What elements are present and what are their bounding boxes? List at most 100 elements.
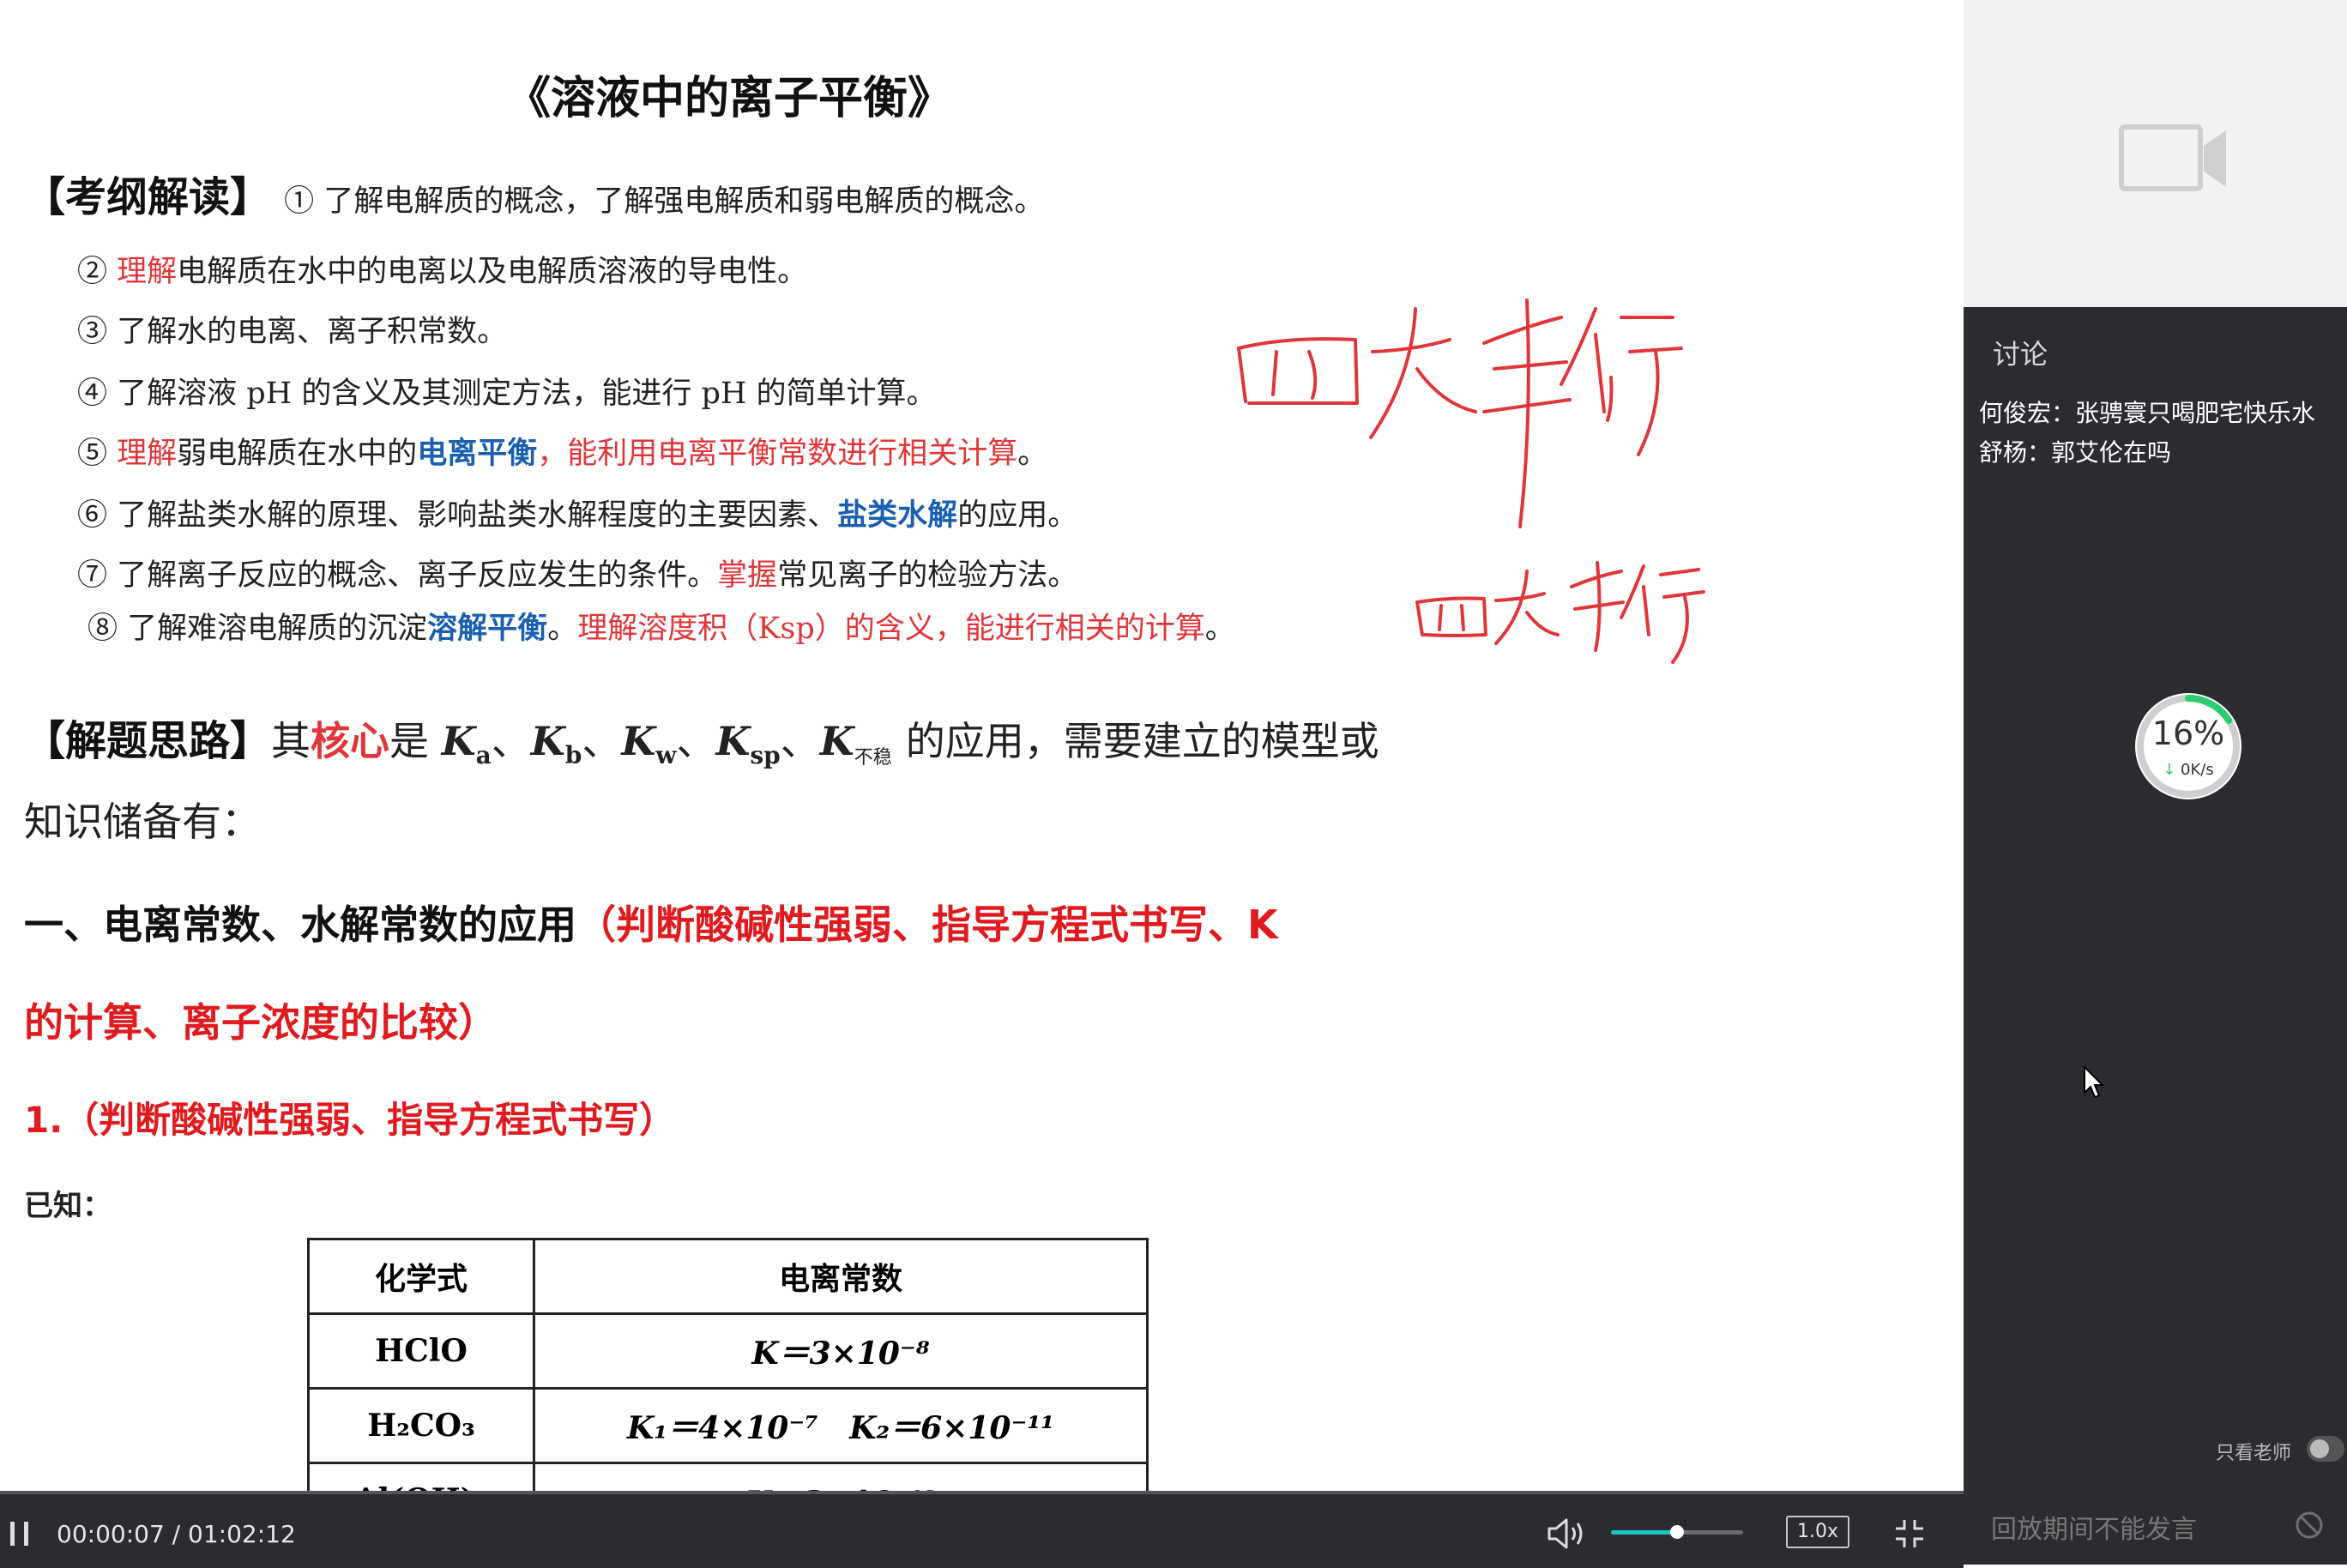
outline-segment: 。 <box>1204 612 1235 646</box>
k-sub: a <box>475 741 492 770</box>
gauge-percent: 16% <box>2151 715 2225 752</box>
sep: 、 <box>582 718 622 764</box>
exit-fullscreen-icon[interactable] <box>1894 1518 1925 1549</box>
approach-header: 【解题思路】 <box>24 717 272 765</box>
time-display: 00:00:07 / 01:02:12 <box>57 1520 296 1548</box>
outline-num: ③ <box>77 315 108 349</box>
chat-input-bar: 回放期间不能发言 <box>1964 1491 2347 1565</box>
table-row: Al(OH)₃ K＝2×10⁻¹³ <box>307 1462 1149 1491</box>
outline-text: 理解电解质在水中的电离以及电解质溶液的导电性。 <box>117 255 807 289</box>
document-title: 《溶液中的离子平衡》 <box>506 73 953 124</box>
volume-fill <box>1611 1530 1677 1535</box>
outline-text: 了解难溶电解质的沉淀溶解平衡。理解溶度积（Ksp）的含义，能进行相关的计算。 <box>127 611 1235 646</box>
outline-header: 【考纲解读】 <box>24 173 272 221</box>
volume-icon[interactable] <box>1544 1517 1587 1551</box>
k-sub: b <box>564 741 582 770</box>
disabled-icon <box>2296 1511 2323 1539</box>
video-camera-icon <box>2119 124 2226 191</box>
outline-num: ⑥ <box>77 498 108 533</box>
outline-segment: 弱电解质在水中的 <box>177 437 418 471</box>
sep: 、 <box>780 718 820 764</box>
side-panel: 讨论 何俊宏：张骋寰只喝肥宅快乐水 舒杨：郭艾伦在吗 16% ↓ 0K/s 只看… <box>1964 0 2347 1491</box>
table-cell: K₁＝4×10⁻⁷ K₂＝6×10⁻¹¹ <box>533 1387 1149 1464</box>
approach-line-1: 【解题思路】其核心是 Ka、Kb、Kw、Ksp、K不稳 的应用，需要建立的模型或 <box>24 707 1379 769</box>
outline-text: 了解电解质的概念，了解强电解质和弱电解质的概念。 <box>323 184 1044 219</box>
k-sub: w <box>655 741 677 770</box>
ionization-constant-table: 化学式 电离常数 HClO K＝3×10⁻⁸ H₂CO₃ K₁＝4×10⁻⁷ K… <box>307 1238 1149 1491</box>
table-header-row: 化学式 电离常数 <box>307 1238 1149 1315</box>
volume-slider[interactable] <box>1611 1525 1743 1539</box>
outline-num: ⑧ <box>87 612 118 646</box>
gauge-speed: ↓ 0K/s <box>2133 761 2244 779</box>
outline-segment: 。 <box>1017 437 1048 471</box>
outline-item-3: ③ 了解水的电离、离子积常数。 <box>77 307 507 351</box>
k-symbol: K <box>441 718 476 764</box>
gauge-speed-value: 0K/s <box>2181 761 2214 779</box>
outline-item-8: ⑧ 了解难溶电解质的沉淀溶解平衡。理解溶度积（Ksp）的含义，能进行相关的计算。 <box>87 604 1235 648</box>
k-sub: sp <box>750 741 781 770</box>
chat-input-placeholder: 回放期间不能发言 <box>1991 1515 2197 1545</box>
outline-text: 理解弱电解质在水中的电离平衡，能利用电离平衡常数进行相关计算。 <box>117 436 1048 471</box>
document-viewer: 《溶液中的离子平衡》 【考纲解读】 ① 了解电解质的概念，了解强电解质和弱电解质… <box>0 0 1964 1491</box>
chat-message: 何俊宏：张骋寰只喝肥宅快乐水 <box>1979 399 2316 427</box>
outline-text: 了解离子反应的概念、离子反应发生的条件。掌握常见离子的检验方法。 <box>117 558 1077 593</box>
volume-knob[interactable] <box>1670 1525 1684 1539</box>
outline-item-7: ⑦ 了解离子反应的概念、离子反应发生的条件。掌握常见离子的检验方法。 <box>77 551 1077 594</box>
outline-num: ① <box>284 184 315 219</box>
outline-text: 了解水的电离、离子积常数。 <box>117 315 507 349</box>
only-teacher-toggle[interactable] <box>2307 1436 2344 1462</box>
table-row: H₂CO₃ K₁＝4×10⁻⁷ K₂＝6×10⁻¹¹ <box>307 1387 1149 1464</box>
k-symbol: K <box>715 718 751 764</box>
playback-speed-button[interactable]: 1.0x <box>1786 1516 1849 1548</box>
network-gauge: 16% ↓ 0K/s <box>2133 691 2244 802</box>
outline-segment: 。 <box>547 612 578 646</box>
outline-text: 了解溶液 pH 的含义及其测定方法，能进行 pH 的简单计算。 <box>117 377 936 411</box>
camera-area <box>1964 0 2347 307</box>
outline-segment: 溶解平衡 <box>427 611 548 646</box>
discussion-title: 讨论 <box>1993 338 2048 371</box>
chat-message: 舒杨：郭艾伦在吗 <box>1979 438 2172 467</box>
outline-text: 了解盐类水解的原理、影响盐类水解程度的主要因素、盐类水解的应用。 <box>117 498 1077 533</box>
section-1-heading-line2: 的计算、离子浓度的比较） <box>24 999 498 1046</box>
current-time: 00:00:07 <box>57 1520 165 1548</box>
outline-segment: ，能利用电离平衡常数进行相关计算 <box>537 437 1018 471</box>
only-teacher-label: 只看老师 <box>2216 1443 2292 1464</box>
sep: 、 <box>491 718 531 764</box>
outline-segment: 常见离子的检验方法。 <box>777 558 1078 593</box>
table-cell: H₂CO₃ <box>307 1387 535 1464</box>
approach-core: 核心 <box>311 718 390 764</box>
outline-segment: 掌握 <box>717 558 778 593</box>
outline-segment: 理解 <box>117 437 178 471</box>
k-list: Ka、Kb、Kw、Ksp、K不稳 <box>441 718 906 769</box>
outline-segment: 理解 <box>117 255 178 289</box>
arrow-down-icon: ↓ <box>2163 761 2181 779</box>
outline-item-1: ① 了解电解质的概念，了解强电解质和弱电解质的概念。 <box>284 184 1044 219</box>
outline-segment: 了解盐类水解的原理、影响盐类水解程度的主要因素、 <box>117 498 838 533</box>
handwriting-annotation-1 <box>1237 299 1683 528</box>
outline-num: ④ <box>77 377 108 411</box>
table-cell: HClO <box>307 1312 535 1390</box>
known-label: 已知： <box>24 1189 112 1223</box>
handwriting-annotation-2 <box>1415 561 1705 664</box>
table-header-cell: 电离常数 <box>533 1238 1149 1315</box>
outline-item-6: ⑥ 了解盐类水解的原理、影响盐类水解程度的主要因素、盐类水解的应用。 <box>77 491 1077 534</box>
outline-num: ⑦ <box>77 558 108 593</box>
outline-segment: 理解溶度积（Ksp）的含义，能进行相关的计算 <box>577 612 1205 646</box>
outline-segment: 了解难溶电解质的沉淀 <box>127 612 428 646</box>
section-1-heading: 一、电离常数、水解常数的应用（判断酸碱性强弱、指导方程式书写、K <box>24 894 1278 950</box>
table-cell: Al(OH)₃ <box>307 1462 535 1491</box>
table-row: HClO K＝3×10⁻⁸ <box>307 1312 1149 1390</box>
approach-line-2: 知识储备有： <box>24 799 261 845</box>
outline-num: ② <box>77 255 108 289</box>
approach-tail: 的应用，需要建立的模型或 <box>905 718 1379 764</box>
total-time: 01:02:12 <box>188 1520 296 1548</box>
pause-icon[interactable] <box>7 1520 33 1547</box>
playback-bar: 00:00:07 / 01:02:12 1.0x <box>0 1491 1964 1568</box>
outline-segment: 电离平衡 <box>417 436 538 471</box>
time-separator: / <box>164 1520 188 1548</box>
outline-item-4: ④ 了解溶液 pH 的含义及其测定方法，能进行 pH 的简单计算。 <box>77 369 937 413</box>
document-page: 《溶液中的离子平衡》 【考纲解读】 ① 了解电解质的概念，了解强电解质和弱电解质… <box>0 0 1964 1491</box>
outline-segment: 电解质在水中的电离以及电解质溶液的导电性。 <box>177 255 808 289</box>
table-cell: K＝3×10⁻⁸ <box>533 1312 1149 1390</box>
k-symbol: K <box>530 718 565 764</box>
